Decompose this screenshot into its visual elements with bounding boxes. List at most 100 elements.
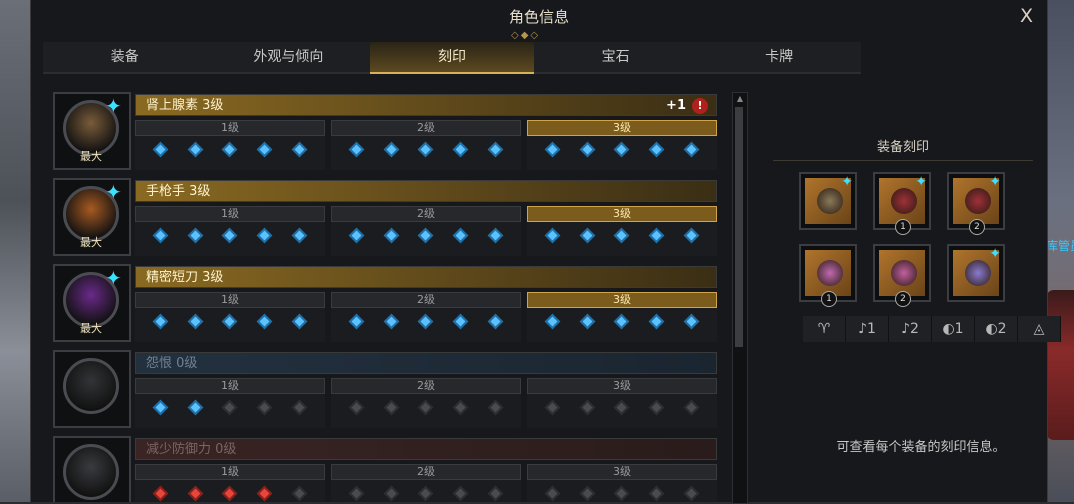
gem-icon (579, 227, 595, 244)
engraving-icon (63, 444, 119, 500)
gem-icon (649, 141, 665, 158)
gem-icon (152, 141, 169, 158)
level-segment: 2级 (331, 464, 521, 502)
necklace-icon (817, 188, 843, 214)
scroll-thumb[interactable] (735, 107, 743, 347)
engraving-name: 减少防御力 0级 (146, 442, 237, 457)
level-segment: 1级 (135, 206, 325, 256)
gem-icon (348, 485, 365, 502)
slot-filter-icon[interactable]: ♪1 (846, 316, 889, 342)
background-right: 库管员斯克 (1046, 0, 1074, 502)
engraving-name: 怨恨 0级 (146, 356, 198, 371)
gem-icon (291, 141, 308, 158)
gem-icon (348, 399, 365, 416)
window-title: 角色信息 (508, 8, 569, 26)
gem-icon (222, 485, 238, 502)
slot-number: 2 (895, 291, 911, 307)
slot-background (805, 250, 851, 296)
gem-icon (348, 313, 365, 330)
engraving-name-bar: 减少防御力 0级 (135, 438, 717, 460)
engraving-icon-frame: ✦ 最大 (53, 178, 131, 256)
slot-filter-icon[interactable]: ◐1 (932, 316, 975, 342)
level-segment: 3级 (527, 292, 717, 342)
level-label: 3级 (527, 378, 717, 394)
gem-icon (418, 399, 434, 416)
equipment-slot[interactable]: ✦ (947, 244, 1005, 302)
gem-icon (614, 313, 630, 330)
equipment-slot[interactable]: 1 (799, 244, 857, 307)
hint-text: 可查看每个装备的刻印信息。 (836, 440, 1006, 455)
slot-number: 1 (821, 291, 837, 307)
gem-icon (453, 485, 469, 502)
engraving-row[interactable]: ✦ 最大 肾上腺素 3级 +1! 1级 2级 3级 (53, 90, 719, 172)
tab-3[interactable]: 宝石 (533, 42, 698, 74)
gem-icon (383, 485, 399, 502)
gem-icon (383, 313, 399, 330)
level-label: 3级 (527, 464, 717, 480)
level-label: 1级 (135, 378, 325, 394)
level-label: 2级 (331, 378, 521, 394)
level-label: 2级 (331, 464, 521, 480)
engraving-row[interactable]: 怨恨 0级 1级 2级 3级 (53, 348, 719, 430)
level-track: 1级 2级 3级 (135, 292, 717, 342)
scrollbar[interactable]: ▲ (732, 92, 748, 504)
level-label: 2级 (331, 120, 521, 136)
slot-filter-icon[interactable]: ♈ (803, 316, 846, 342)
stone-icon (965, 260, 991, 286)
slot-filter-icon[interactable]: ◐2 (975, 316, 1018, 342)
level-segment: 2级 (331, 206, 521, 256)
engraving-row[interactable]: 减少防御力 0级 1级 2级 3级 (53, 434, 719, 502)
close-button[interactable]: X (1020, 5, 1033, 27)
tab-4[interactable]: 卡牌 (697, 42, 861, 74)
gem-icon (579, 399, 595, 416)
engraving-name: 精密短刀 3级 (146, 270, 224, 285)
gem-icon (614, 399, 630, 416)
tab-2[interactable]: 刻印 (370, 42, 534, 74)
sparkle-icon: ✦ (841, 174, 853, 190)
background-left (0, 0, 30, 502)
slot-filter-bar: ♈ ♪1 ♪2 ◐1 ◐2 ◬ (803, 316, 1061, 342)
equipment-slot[interactable]: ✦ (799, 172, 857, 230)
gem-icon (257, 313, 273, 330)
slot-background (879, 250, 925, 296)
gem-icon (649, 485, 665, 502)
tab-1[interactable]: 外观与倾向 (206, 42, 371, 74)
equipment-slot[interactable]: 2 (873, 244, 931, 307)
title-ornament-icon: ◇◆◇ (511, 30, 541, 41)
level-segment: 1级 (135, 464, 325, 502)
gem-icon (453, 313, 469, 330)
max-badge: 最大 (80, 236, 102, 249)
gem-icon (649, 313, 665, 330)
level-label: 3级 (527, 206, 717, 222)
engraving-icon-frame (53, 436, 131, 502)
gem-icon (649, 227, 665, 244)
gem-icon (487, 313, 504, 330)
gem-icon (487, 227, 504, 244)
gem-icon (418, 485, 434, 502)
engraving-name-bar: 手枪手 3级 (135, 180, 717, 202)
earring-icon (965, 188, 991, 214)
equipment-slot[interactable]: ✦ 1 (873, 172, 931, 235)
tab-0[interactable]: 装备 (43, 42, 207, 74)
gem-icon (222, 313, 238, 330)
level-segment: 2级 (331, 292, 521, 342)
scroll-up-icon[interactable]: ▲ (733, 93, 747, 105)
level-segment: 1级 (135, 292, 325, 342)
gem-icon (544, 399, 561, 416)
gem-icon (291, 399, 308, 416)
gem-icon (187, 141, 203, 158)
gem-icon (418, 227, 434, 244)
level-label: 1级 (135, 464, 325, 480)
gem-icon (683, 227, 700, 244)
level-segment: 3级 (527, 206, 717, 256)
level-track: 1级 2级 3级 (135, 120, 717, 170)
engraving-row[interactable]: ✦ 最大 手枪手 3级 1级 2级 3级 (53, 176, 719, 258)
gem-icon (544, 485, 561, 502)
slot-filter-icon[interactable]: ◬ (1018, 316, 1061, 342)
slot-filter-icon[interactable]: ♪2 (889, 316, 932, 342)
gem-icon (487, 485, 504, 502)
equipment-slot[interactable]: ✦ 2 (947, 172, 1005, 235)
alert-icon[interactable]: ! (692, 98, 708, 114)
gem-icon (291, 313, 308, 330)
engraving-row[interactable]: ✦ 最大 精密短刀 3级 1级 2级 3级 (53, 262, 719, 344)
